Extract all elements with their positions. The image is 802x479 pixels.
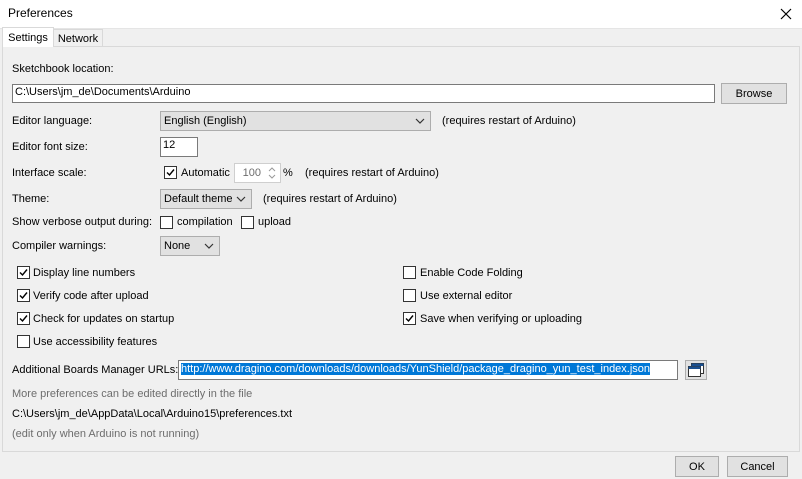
tab-settings[interactable]: Settings [2,27,54,47]
font-size-label: Editor font size: [12,141,88,153]
chevron-down-icon [204,243,214,249]
boards-urls-label: Additional Boards Manager URLs: [12,364,179,376]
check-updates-checkbox[interactable] [17,312,30,325]
compiler-warnings-value: None [164,240,191,252]
theme-restart-note: (requires restart of Arduino) [263,193,397,205]
checkmark-icon [166,169,175,177]
cancel-button[interactable]: Cancel [727,456,788,477]
display-line-numbers-checkbox[interactable] [17,266,30,279]
accessibility-checkbox[interactable] [17,335,30,348]
display-line-numbers-label: Display line numbers [33,267,136,279]
save-when-verifying-checkbox[interactable] [403,312,416,325]
tab-settings-label: Settings [8,31,48,44]
edit-urls-button[interactable] [685,360,707,380]
theme-label: Theme: [12,193,50,205]
theme-select[interactable]: Default theme [160,189,252,209]
close-icon [780,8,792,20]
checkmark-icon [19,315,28,323]
title-bar: Preferences [0,0,802,29]
verbose-label: Show verbose output during: [12,216,153,228]
checkmark-icon [19,269,28,277]
editor-language-select[interactable]: English (English) [160,111,431,131]
chevron-down-icon [415,118,425,124]
code-folding-checkbox[interactable] [403,266,416,279]
cancel-button-label: Cancel [740,460,775,473]
prefs-file-path: C:\Users\jm_de\AppData\Local\Arduino15\p… [12,408,293,420]
scale-restart-note: (requires restart of Arduino) [305,167,439,179]
check-updates-label: Check for updates on startup [33,313,175,325]
window-title: Preferences [8,6,73,20]
automatic-checkbox[interactable] [164,166,177,179]
compilation-label: compilation [177,216,233,228]
boards-urls-value: http://www.dragino.com/downloads/downloa… [181,363,651,375]
save-when-verifying-label: Save when verifying or uploading [420,313,583,325]
scale-value: 100 [242,167,261,179]
ok-button[interactable]: OK [675,456,719,477]
verify-after-upload-label: Verify code after upload [33,290,149,302]
upload-checkbox[interactable] [241,216,254,229]
compiler-warnings-select[interactable]: None [160,236,220,256]
code-folding-label: Enable Code Folding [420,267,523,279]
ok-button-label: OK [689,460,705,473]
scale-spinner[interactable]: 100 [234,163,281,183]
compilation-checkbox[interactable] [160,216,173,229]
editor-language-value: English (English) [164,115,247,127]
verify-after-upload-checkbox[interactable] [17,289,30,302]
percent-sign: % [283,167,293,179]
chevron-down-icon [236,196,246,202]
browse-button[interactable]: Browse [721,83,787,104]
more-prefs-note: More preferences can be edited directly … [12,388,253,400]
close-button[interactable] [770,0,802,28]
external-editor-checkbox[interactable] [403,289,416,302]
boards-urls-input[interactable]: http://www.dragino.com/downloads/downloa… [178,360,678,380]
window-list-icon [688,363,704,377]
external-editor-label: Use external editor [420,290,513,302]
font-size-input[interactable]: 12 [160,137,198,157]
language-restart-note: (requires restart of Arduino) [442,115,576,127]
upload-label: upload [258,216,292,228]
tab-network[interactable]: Network [53,29,103,47]
compiler-warnings-label: Compiler warnings: [12,240,107,252]
checkmark-icon [19,292,28,300]
accessibility-label: Use accessibility features [33,336,158,348]
editor-language-label: Editor language: [12,115,93,127]
spinner-arrows-icon [268,167,276,179]
checkmark-icon [405,315,414,323]
sketchbook-path-input[interactable]: C:\Users\jm_de\Documents\Arduino [12,84,715,103]
sketchbook-label: Sketchbook location: [12,63,114,75]
tab-network-label: Network [57,32,99,45]
interface-scale-label: Interface scale: [12,167,87,179]
theme-value: Default theme [164,193,233,205]
browse-button-label: Browse [735,87,773,100]
edit-note: (edit only when Arduino is not running) [12,428,200,440]
automatic-label: Automatic [181,167,230,179]
